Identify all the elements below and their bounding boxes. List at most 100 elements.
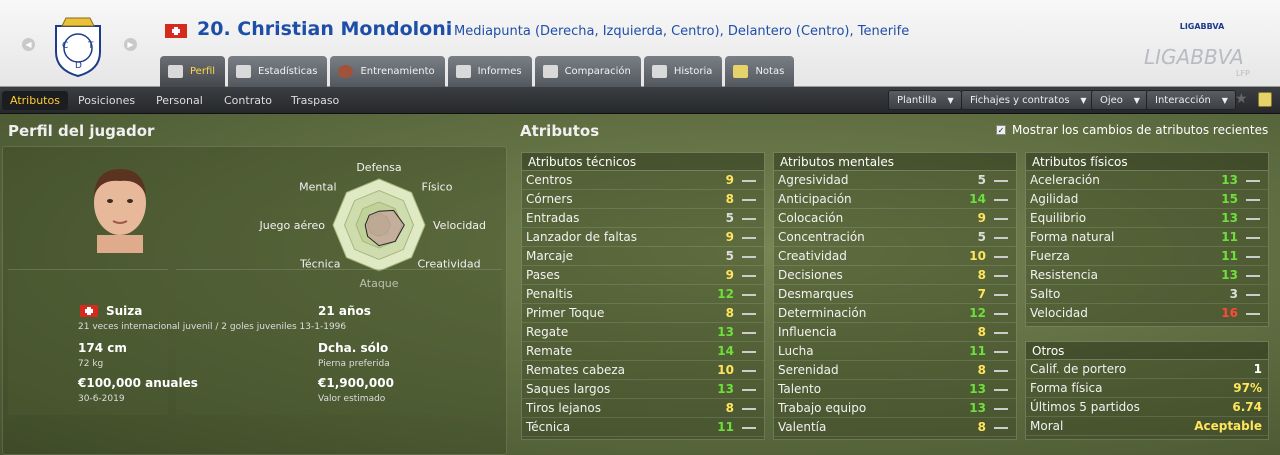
ojeo-dropdown[interactable]: Ojeo ▼ <box>1091 90 1148 110</box>
player-name: 20. Christian Mondoloni <box>197 18 453 40</box>
tab-comparacion[interactable]: Comparación <box>534 56 641 87</box>
tab-notas[interactable]: Notas <box>725 56 795 87</box>
interaccion-dropdown[interactable]: Interacción ▼ <box>1146 90 1236 110</box>
chevron-right-icon[interactable]: ▶ <box>124 38 137 51</box>
attribute-value: 11 <box>1221 230 1238 244</box>
add-shortlist-icon[interactable] <box>1258 92 1272 107</box>
attribute-row[interactable]: Equilibrio 13 <box>1026 209 1268 228</box>
star-icon[interactable]: ★ <box>1235 91 1248 107</box>
compare-icon <box>542 65 558 78</box>
trend-flat-icon <box>1246 180 1260 182</box>
panel-header: Atributos físicos <box>1026 153 1268 171</box>
attribute-row[interactable]: Desmarques 7 <box>774 285 1016 304</box>
attribute-row[interactable]: Valentía 8 <box>774 418 1016 437</box>
attribute-row[interactable]: Entradas 5 <box>522 209 764 228</box>
attribute-value: 11 <box>717 420 734 434</box>
subnav-personal[interactable]: Personal <box>148 91 211 110</box>
attribute-row[interactable]: Determinación 12 <box>774 304 1016 323</box>
tab-entrenamiento[interactable]: Entrenamiento <box>330 56 445 87</box>
attribute-row[interactable]: Tiros lejanos 8 <box>522 399 764 418</box>
subnav-traspaso[interactable]: Traspaso <box>283 91 347 110</box>
attribute-row[interactable]: Aceleración 13 <box>1026 171 1268 190</box>
attribute-row[interactable]: Concentración 5 <box>774 228 1016 247</box>
subnav-posiciones[interactable]: Posiciones <box>70 91 143 110</box>
trend-flat-icon <box>994 389 1008 391</box>
attribute-name: Trabajo equipo <box>778 401 867 415</box>
mental-attributes-panel: Atributos mentales Agresividad 5 Anticipac… <box>773 152 1017 440</box>
svg-text:LIGABBVA: LIGABBVA <box>1144 45 1244 69</box>
attribute-value: 10 <box>969 249 986 263</box>
attribute-row[interactable]: Influencia 8 <box>774 323 1016 342</box>
attribute-row[interactable]: Córners 8 <box>522 190 764 209</box>
attribute-value: 8 <box>725 192 734 206</box>
attribute-name: Valentía <box>778 420 827 434</box>
subnav-contrato[interactable]: Contrato <box>216 91 280 110</box>
trend-flat-icon <box>742 294 756 296</box>
trend-flat-icon <box>1246 294 1260 296</box>
attribute-row[interactable]: Primer Toque 8 <box>522 304 764 323</box>
attribute-row[interactable]: Colocación 9 <box>774 209 1016 228</box>
attribute-row[interactable]: Serenidad 8 <box>774 361 1016 380</box>
tab-perfil[interactable]: Perfil <box>160 56 226 87</box>
attribute-row[interactable]: Centros 9 <box>522 171 764 190</box>
attribute-value: 7 <box>977 287 986 301</box>
attribute-row[interactable]: Marcaje 5 <box>522 247 764 266</box>
main-content: Perfil del jugador Defensa Físico Velocida… <box>0 114 1280 455</box>
attribute-name: Equilibrio <box>1030 211 1087 225</box>
nationality[interactable]: Suiza <box>106 304 142 318</box>
subnav-atributos[interactable]: Atributos <box>2 91 68 110</box>
attribute-value: 9 <box>977 211 986 225</box>
chevron-down-icon: ▼ <box>947 96 954 105</box>
show-changes-label[interactable]: Mostrar los cambios de atributos recient… <box>1012 123 1268 137</box>
attribute-row[interactable]: Penaltis 12 <box>522 285 764 304</box>
attribute-row[interactable]: Pases 9 <box>522 266 764 285</box>
attribute-row[interactable]: Saques largos 13 <box>522 380 764 399</box>
trend-flat-icon <box>742 427 756 429</box>
fichajes-dropdown[interactable]: Fichajes y contratos ▼ <box>961 90 1095 110</box>
attribute-row[interactable]: Velocidad 16 <box>1026 304 1268 323</box>
attribute-row[interactable]: Forma natural 11 <box>1026 228 1268 247</box>
attribute-name: Moral <box>1030 419 1064 433</box>
attribute-name: Primer Toque <box>526 306 605 320</box>
attribute-row[interactable]: Forma física 97% <box>1026 379 1268 398</box>
attribute-row[interactable]: Técnica 11 <box>522 418 764 437</box>
tab-informes[interactable]: Informes <box>447 56 532 87</box>
height: 174 cm <box>78 341 127 355</box>
trend-flat-icon <box>742 351 756 353</box>
attribute-name: Tiros lejanos <box>526 401 601 415</box>
other-attributes-panel: Otros Calif. de portero 1 Forma física 97% Ú… <box>1025 341 1269 440</box>
attribute-row[interactable]: Trabajo equipo 13 <box>774 399 1016 418</box>
attribute-row[interactable]: Agresividad 5 <box>774 171 1016 190</box>
trend-flat-icon <box>994 199 1008 201</box>
attribute-row[interactable]: Fuerza 11 <box>1026 247 1268 266</box>
attribute-row[interactable]: Agilidad 15 <box>1026 190 1268 209</box>
chevron-down-icon: ▼ <box>1080 96 1087 105</box>
attribute-row[interactable]: Talento 13 <box>774 380 1016 399</box>
tab-label: Perfil <box>190 66 216 77</box>
plantilla-dropdown[interactable]: Plantilla ▼ <box>888 90 962 110</box>
show-changes-checkbox[interactable]: ✓ <box>996 125 1006 135</box>
attribute-value: 9 <box>725 230 734 244</box>
player-positions[interactable]: Mediapunta (Derecha, Izquierda, Centro),… <box>454 24 909 39</box>
attribute-row[interactable]: Regate 13 <box>522 323 764 342</box>
attribute-row[interactable]: Moral Aceptable <box>1026 417 1268 436</box>
attribute-row[interactable]: Anticipación 14 <box>774 190 1016 209</box>
attribute-row[interactable]: Lucha 11 <box>774 342 1016 361</box>
attribute-row[interactable]: Creatividad 10 <box>774 247 1016 266</box>
tab-historia[interactable]: Historia <box>643 56 723 87</box>
attribute-row[interactable]: Remates cabeza 10 <box>522 361 764 380</box>
attribute-row[interactable]: Salto 3 <box>1026 285 1268 304</box>
attribute-name: Desmarques <box>778 287 854 301</box>
dropdown-label: Fichajes y contratos <box>970 95 1070 106</box>
attribute-row[interactable]: Últimos 5 partidos 6.74 <box>1026 398 1268 417</box>
attribute-row[interactable]: Calif. de portero 1 <box>1026 360 1268 379</box>
attribute-row[interactable]: Lanzador de faltas 9 <box>522 228 764 247</box>
dropdown-label: Plantilla <box>897 95 937 106</box>
attribute-name: Determinación <box>778 306 867 320</box>
tab-estadisticas[interactable]: Estadísticas <box>228 56 328 87</box>
attribute-row[interactable]: Decisiones 8 <box>774 266 1016 285</box>
attribute-row[interactable]: Remate 14 <box>522 342 764 361</box>
attribute-row[interactable]: Resistencia 13 <box>1026 266 1268 285</box>
chevron-left-icon[interactable]: ◀ <box>22 38 35 51</box>
chevron-down-icon: ▼ <box>1133 96 1140 105</box>
